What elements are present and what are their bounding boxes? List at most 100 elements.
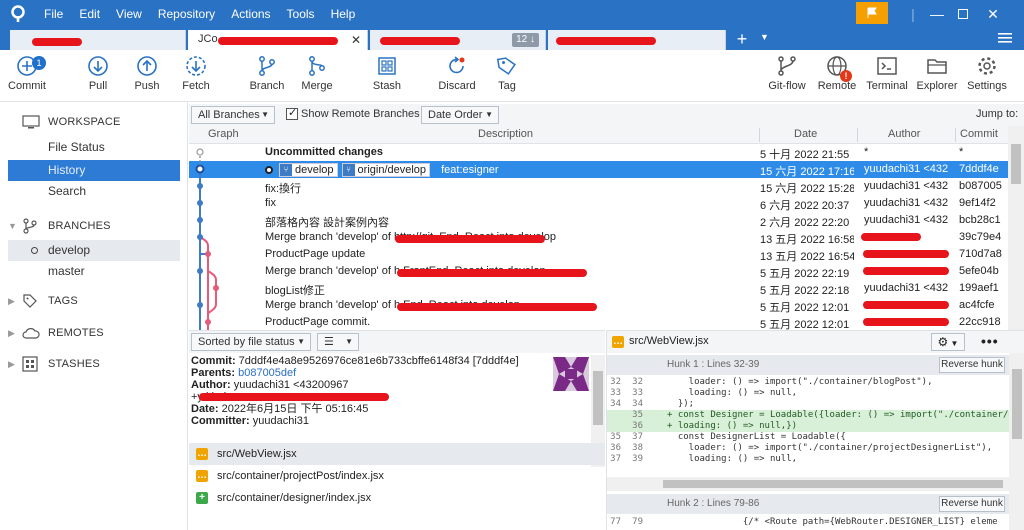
gitflow-button[interactable]: Git-flow	[760, 54, 814, 100]
diff-line-added: 36 + loading: () => null,})	[607, 421, 1009, 432]
show-remote-branches-checkbox[interactable]	[286, 106, 298, 120]
list-item[interactable]: … src/container/projectPost/index.jsx	[189, 465, 605, 487]
remotes-header[interactable]: ▶ REMOTES	[8, 323, 104, 343]
remote-button[interactable]: Remote !	[810, 54, 864, 100]
diff-options-button[interactable]: ⚙ ▼	[931, 333, 965, 351]
monitor-icon	[22, 114, 42, 130]
pull-button[interactable]: Pull	[71, 54, 125, 100]
redaction	[863, 301, 949, 309]
sidebar-branch-master[interactable]: master	[8, 261, 180, 282]
redaction	[397, 303, 597, 311]
table-row[interactable]: Uncommitted changes 5 十月 2022 21:55 * *	[189, 144, 1008, 161]
list-item[interactable]: + src/container/designer/index.jsx	[189, 487, 605, 509]
sidebar-item-file-status[interactable]: File Status	[8, 137, 180, 158]
diff-line-added: 35 + const Designer = Loadable({loader: (…	[607, 410, 1009, 421]
menu-repository[interactable]: Repository	[150, 0, 223, 28]
redaction	[861, 233, 921, 241]
reverse-hunk-button[interactable]: Reverse hunk	[939, 357, 1005, 373]
table-row[interactable]: fix:換行 15 六月 2022 15:28 yuudachi31 <432 …	[189, 178, 1008, 195]
settings-button[interactable]: Settings	[960, 54, 1014, 100]
history-filter-bar: All Branches▼ Show Remote Branches Date …	[189, 104, 1024, 126]
order-select[interactable]: Date Order ▼	[421, 106, 499, 124]
stashes-header[interactable]: ▶ STASHES	[8, 354, 100, 374]
menu-bar: File Edit View Repository Actions Tools …	[36, 0, 363, 28]
fetch-button[interactable]: Fetch	[169, 54, 223, 100]
explorer-button[interactable]: Explorer	[910, 54, 964, 100]
column-description[interactable]: Description	[478, 128, 533, 140]
branch-filter-select[interactable]: All Branches ▼	[191, 106, 275, 124]
modified-file-icon: …	[612, 336, 624, 348]
view-mode-select[interactable]: ☰ ▼	[317, 333, 359, 351]
column-commit[interactable]: Commit	[960, 128, 998, 140]
sort-select[interactable]: Sorted by file status ▼	[191, 333, 311, 351]
sidebar-item-search[interactable]: Search	[8, 181, 180, 202]
list-icon: ☰	[324, 336, 334, 348]
commit-button[interactable]: Commit 1	[0, 54, 54, 100]
stash-button[interactable]: Stash	[360, 54, 414, 100]
branch-button[interactable]: Branch	[240, 54, 294, 100]
commit-count-badge: 1	[32, 56, 46, 70]
menu-actions[interactable]: Actions	[223, 0, 278, 28]
repo-tab-4[interactable]	[548, 30, 726, 50]
redaction	[556, 37, 656, 45]
redaction	[863, 267, 949, 275]
flag-icon[interactable]	[856, 2, 888, 24]
remote-warning-badge: !	[840, 70, 852, 82]
sidebar-branch-develop[interactable]: develop	[8, 240, 180, 261]
chevron-down-icon: ▼	[297, 337, 305, 346]
menu-file[interactable]: File	[36, 0, 71, 28]
commit-list: Uncommitted changes 5 十月 2022 21:55 * * …	[189, 144, 1008, 330]
repo-tab-2[interactable]: JCo ✕	[188, 30, 368, 50]
hamburger-menu-icon[interactable]	[998, 31, 1014, 47]
column-date[interactable]: Date	[794, 128, 817, 140]
more-options-icon[interactable]: •••	[981, 333, 999, 349]
table-row[interactable]: 部落格內容 設計案例內容 2 六月 2022 22:20 yuudachi31 …	[189, 212, 1008, 229]
folder-icon	[927, 59, 947, 74]
diff-line: 77 79 {/* <Route path={WebRouter.DESIGNER…	[610, 517, 998, 527]
parent-commit-link[interactable]: b087005def	[238, 367, 296, 379]
diff-horizontal-scrollbar[interactable]	[607, 477, 1009, 491]
terminal-icon	[877, 57, 897, 75]
menu-tools[interactable]: Tools	[279, 0, 323, 28]
new-tab-button[interactable]: +	[732, 28, 752, 50]
redaction	[863, 250, 949, 258]
tag-button[interactable]: Tag	[480, 54, 534, 100]
commit-graph	[195, 148, 219, 330]
column-author[interactable]: Author	[888, 128, 920, 140]
branch-label-origin-develop[interactable]: ⑂ origin/develop	[341, 163, 431, 177]
table-row[interactable]: fix 6 六月 2022 20:37 yuudachi31 <432 9ef1…	[189, 195, 1008, 212]
commit-list-scrollbar[interactable]	[1008, 126, 1024, 330]
diff-line: 33 33 loading: () => null,	[610, 388, 798, 398]
menu-view[interactable]: View	[108, 0, 150, 28]
redaction	[863, 318, 949, 326]
repo-tab-1[interactable]	[10, 30, 186, 50]
merge-button[interactable]: Merge	[290, 54, 344, 100]
branch-label-develop[interactable]: ⑂ develop	[279, 163, 338, 177]
chevron-down-icon: ▼	[261, 110, 269, 119]
behind-count-badge: 12 ↓	[512, 33, 539, 47]
repo-tab-3[interactable]: 12 ↓	[370, 30, 546, 50]
discard-button[interactable]: Discard	[430, 54, 484, 100]
reverse-hunk-button[interactable]: Reverse hunk	[939, 496, 1005, 512]
push-button[interactable]: Push	[120, 54, 174, 100]
list-item[interactable]: … src/WebView.jsx	[189, 443, 605, 465]
commit-hash: 7dddf4e4a8e9526976ce81e6b733cbffe6148f34…	[238, 355, 519, 367]
chevron-right-icon: ▶	[8, 295, 16, 306]
terminal-button[interactable]: Terminal	[860, 54, 914, 100]
hunk-header-1: Hunk 1 : Lines 32-39 Reverse hunk	[607, 355, 1009, 375]
menu-help[interactable]: Help	[323, 0, 364, 28]
menu-edit[interactable]: Edit	[71, 0, 108, 28]
tags-header[interactable]: ▶ TAGS	[8, 291, 78, 311]
chevron-down-icon: ▼	[485, 110, 493, 119]
chevron-down-icon: ▼	[8, 221, 18, 231]
sidebar-item-history[interactable]: History	[8, 160, 180, 181]
column-graph[interactable]: Graph	[208, 128, 239, 140]
table-row[interactable]: blogList修正 5 五月 2022 22:18 yuudachi31 <4…	[189, 280, 1008, 297]
close-icon[interactable]: ✕	[970, 0, 1016, 28]
tab-close-icon[interactable]: ✕	[351, 33, 361, 47]
tab-list-chevron-down-icon[interactable]: ▼	[760, 32, 769, 42]
branches-header[interactable]: ▼ BRANCHES	[8, 216, 111, 236]
table-row[interactable]: ⑂ develop ⑂ origin/develop feat:esigner 15 …	[189, 161, 1008, 178]
commit-list-header: Graph Description Date Author Commit	[189, 126, 1008, 144]
diff-vertical-scrollbar[interactable]	[1009, 353, 1024, 530]
